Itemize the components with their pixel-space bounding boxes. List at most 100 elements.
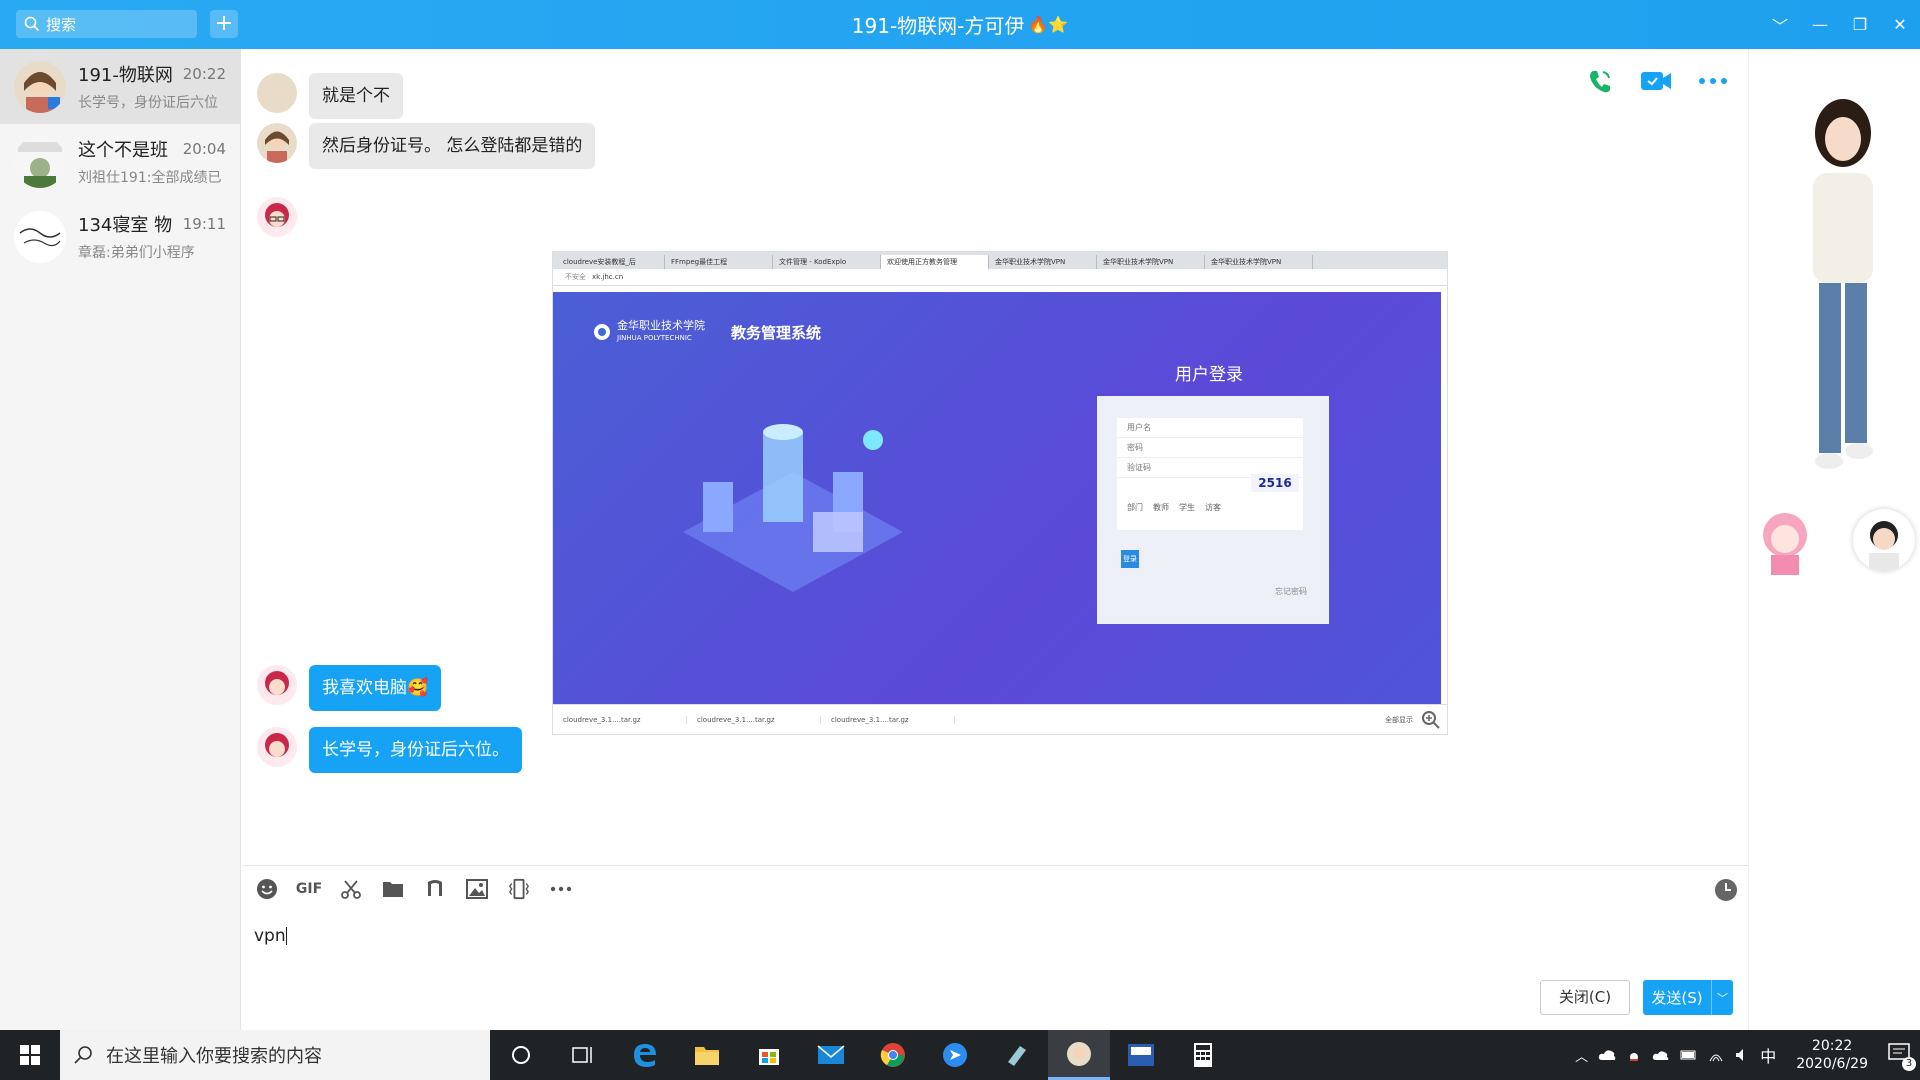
close-window-button[interactable]: ✕	[1880, 15, 1920, 34]
message: 长学号，身份证后六位。	[257, 727, 522, 773]
feishu-icon[interactable]	[924, 1030, 986, 1080]
captcha-image[interactable]: 2516	[1251, 474, 1299, 492]
taskbar-search-input[interactable]: 在这里输入你要搜索的内容	[60, 1030, 490, 1080]
conversation-time: 20:04	[182, 140, 226, 158]
address-url: xk.jhc.cn	[592, 273, 624, 281]
emoji-icon[interactable]	[256, 878, 278, 900]
qq-show-panel	[1748, 49, 1920, 1030]
message-bubble: 然后身份证号。 怎么登陆都是错的	[309, 123, 596, 169]
conversation-list: 191-物联网 20:22 长学号，身份证后六位 这个不是班 20:04 刘祖仕…	[0, 49, 241, 1030]
search-input[interactable]: 搜索	[16, 10, 197, 38]
conversation-name: 191-物联网	[78, 65, 173, 86]
conversation-item[interactable]: 134寝室 物 19:11 章磊:弟弟们小程序	[0, 199, 240, 274]
clock-time: 20:22	[1811, 1038, 1853, 1054]
clock[interactable]: 20:22 2020/6/29	[1786, 1037, 1878, 1073]
conversation-preview: 章磊:弟弟们小程序	[78, 245, 195, 261]
screen-shake-icon[interactable]	[508, 878, 530, 900]
dev-cpp-icon[interactable]	[1110, 1030, 1172, 1080]
start-button[interactable]	[0, 1030, 60, 1080]
minimize-button[interactable]: —	[1800, 15, 1840, 34]
conversation-preview: 刘祖仕191:全部成绩已	[78, 170, 222, 186]
conversation-item[interactable]: 这个不是班 20:04 刘祖仕191:全部成绩已	[0, 124, 240, 199]
gif-icon[interactable]: GIF	[296, 878, 322, 900]
window-controls: ﹀ — ❐ ✕	[1760, 0, 1920, 49]
role-radio[interactable]: 部门	[1127, 502, 1143, 513]
clock-date: 2020/6/29	[1796, 1056, 1868, 1072]
folder-icon[interactable]	[382, 878, 404, 900]
text-caret	[285, 927, 287, 945]
onedrive-icon[interactable]	[1598, 1048, 1616, 1062]
system-name: 教务管理系统	[731, 323, 822, 342]
zoom-in-icon[interactable]	[1421, 710, 1441, 730]
send-button[interactable]: 发送(S) ﹀	[1643, 980, 1733, 1015]
message-bubble: 就是个不	[309, 73, 403, 119]
cortana-icon[interactable]	[490, 1030, 552, 1080]
conversation-item[interactable]: 191-物联网 20:22 长学号，身份证后六位	[0, 49, 240, 124]
role-radio[interactable]: 访客	[1205, 502, 1221, 513]
more-icon[interactable]	[550, 878, 572, 900]
captcha-placeholder: 验证码	[1127, 463, 1151, 472]
contact-title: 191-物联网-方可伊	[851, 14, 1025, 38]
browser-tab: FFmpeg最佳工程	[665, 255, 773, 269]
chevron-up-icon[interactable]: ︿	[1575, 1046, 1588, 1065]
username-field[interactable]: 用户名	[1117, 418, 1303, 438]
message-image[interactable]: cloudreve安装教程_后 FFmpeg最佳工程 文件管理 - KodExp…	[552, 251, 1448, 735]
history-icon[interactable]	[1714, 878, 1738, 906]
store-icon[interactable]	[738, 1030, 800, 1080]
search-placeholder: 搜索	[46, 15, 77, 34]
calculator-icon[interactable]	[1172, 1030, 1234, 1080]
edge-icon[interactable]	[614, 1030, 676, 1080]
message-text: 我喜欢电脑	[322, 678, 407, 698]
pet-avatar-icon[interactable]	[1749, 505, 1821, 577]
qq-tray-icon[interactable]	[1626, 1047, 1642, 1063]
message-input[interactable]: vpn	[254, 926, 287, 946]
qq-taskbar-icon[interactable]	[1048, 1030, 1110, 1080]
music-icon[interactable]	[424, 878, 446, 900]
volume-icon[interactable]	[1734, 1047, 1750, 1063]
download-item: cloudreve_3.1....tar.gz	[821, 715, 955, 724]
login-button[interactable]: 登录	[1121, 550, 1139, 568]
search-icon	[24, 16, 40, 32]
chrome-icon[interactable]	[862, 1030, 924, 1080]
scissors-icon[interactable]	[340, 878, 362, 900]
forgot-password-link[interactable]: 忘记密码	[1275, 586, 1307, 597]
address-bar: 不安全 xk.jhc.cn	[553, 269, 1447, 286]
windows-taskbar: 在这里输入你要搜索的内容 ︿ 中 20:22 2020/6/29 3	[0, 1030, 1920, 1080]
notes-app-icon[interactable]	[986, 1030, 1048, 1080]
add-button[interactable]: +	[210, 10, 238, 38]
message: 然后身份证号。 怎么登陆都是错的	[257, 123, 596, 169]
password-field[interactable]: 密码	[1117, 438, 1303, 458]
conversation-name: 134寝室 物	[78, 215, 173, 236]
collapse-button[interactable]: ﹀	[1760, 13, 1800, 37]
role-radio[interactable]: 教师	[1153, 502, 1169, 513]
friend-show-avatar[interactable]	[1853, 509, 1915, 571]
login-fields: 用户名 密码 验证码 2516 部门 教师 学生 访客	[1117, 418, 1303, 530]
browser-tab: 欢迎使用正方教务管理	[881, 255, 989, 269]
more-options-icon[interactable]	[1698, 77, 1728, 85]
image-icon[interactable]	[466, 878, 488, 900]
wifi-icon[interactable]	[1708, 1047, 1724, 1063]
file-explorer-icon[interactable]	[676, 1030, 738, 1080]
avatar	[257, 665, 297, 705]
title-bar: 搜索 + 191-物联网-方可伊 🔥⭐ ﹀ — ❐ ✕	[0, 0, 1920, 49]
send-options-chevron-icon[interactable]: ﹀	[1711, 980, 1733, 1015]
windows-logo-icon	[20, 1045, 40, 1065]
mail-icon[interactable]	[800, 1030, 862, 1080]
task-view-icon[interactable]	[552, 1030, 614, 1080]
role-radio[interactable]: 学生	[1179, 502, 1195, 513]
download-item: cloudreve_3.1....tar.gz	[687, 715, 821, 724]
restore-button[interactable]: ❐	[1840, 15, 1880, 34]
login-form: 用户名 密码 验证码 2516 部门 教师 学生 访客 登录 忘记密码	[1097, 396, 1329, 624]
close-button[interactable]: 关闭(C)	[1540, 980, 1630, 1015]
login-title: 用户登录	[1175, 365, 1243, 385]
composer-toolbar: GIF	[256, 878, 572, 900]
action-center-icon[interactable]: 3	[1888, 1043, 1916, 1071]
download-item: cloudreve_3.1....tar.gz	[553, 715, 687, 724]
cloud-icon[interactable]	[1652, 1049, 1670, 1061]
message: 就是个不	[257, 73, 403, 119]
battery-icon[interactable]	[1680, 1049, 1698, 1061]
school-name-en: JINHUA POLYTECHNIC	[617, 334, 692, 342]
avatar	[14, 211, 66, 263]
ime-indicator[interactable]: 中	[1760, 1043, 1776, 1067]
message-composer: GIF vpn 关闭(C) 发送(S) ﹀	[242, 865, 1748, 1030]
